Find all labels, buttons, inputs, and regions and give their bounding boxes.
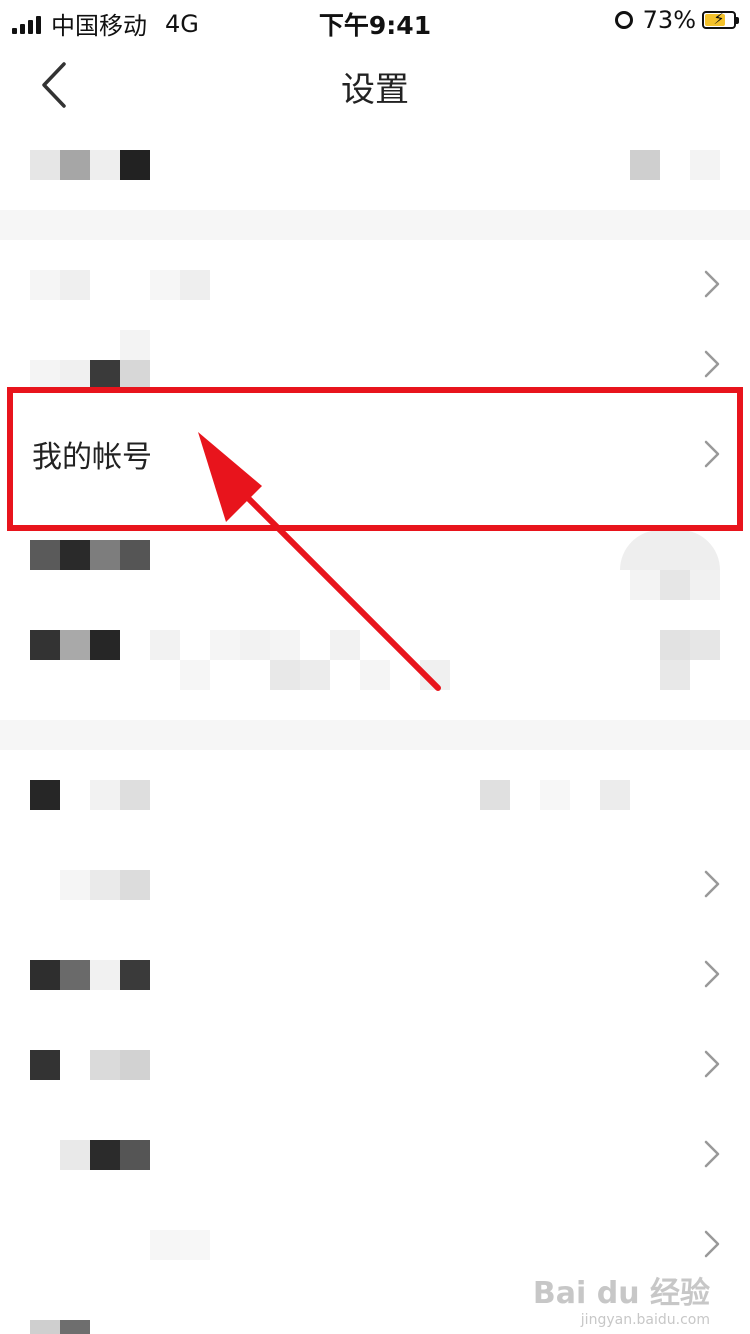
watermark-url: jingyan.baidu.com	[580, 1312, 710, 1328]
settings-row-1[interactable]	[0, 130, 750, 220]
settings-row-11[interactable]	[0, 1110, 750, 1200]
chevron-right-icon	[704, 1050, 720, 1078]
settings-row-8[interactable]	[0, 840, 750, 930]
settings-row-7[interactable]	[0, 750, 750, 840]
settings-row-5[interactable]	[0, 510, 750, 600]
chevron-right-icon	[704, 960, 720, 988]
status-bar: 中国移动 4G 下午9:41 73% ⚡	[0, 0, 750, 40]
settings-row-6[interactable]	[0, 600, 750, 690]
chevron-right-icon	[704, 1230, 720, 1258]
battery-charging-icon: ⚡	[702, 9, 739, 29]
settings-row-3[interactable]	[0, 320, 750, 410]
alarm-icon	[614, 11, 633, 29]
battery-percent: 73%	[642, 6, 696, 34]
status-right: 73% ⚡	[614, 6, 739, 34]
chevron-right-icon	[704, 350, 720, 378]
my-account-label: 我的帐号	[32, 440, 152, 475]
settings-row-10[interactable]	[0, 1020, 750, 1110]
settings-row-2[interactable]	[0, 240, 750, 330]
nav-bar: 设置	[0, 40, 750, 130]
chevron-right-icon	[704, 1140, 720, 1168]
section-divider	[0, 720, 750, 750]
my-account-row[interactable]: 我的帐号	[0, 410, 750, 500]
settings-row-9[interactable]	[0, 930, 750, 1020]
chevron-right-icon	[704, 870, 720, 898]
watermark-logo: Bai du 经验	[532, 1276, 710, 1311]
section-divider	[0, 210, 750, 240]
chevron-right-icon	[704, 440, 720, 468]
chevron-right-icon	[704, 270, 720, 298]
watermark: Bai du 经验 jingyan.baidu.com	[533, 1268, 710, 1328]
page-title: 设置	[341, 70, 409, 110]
